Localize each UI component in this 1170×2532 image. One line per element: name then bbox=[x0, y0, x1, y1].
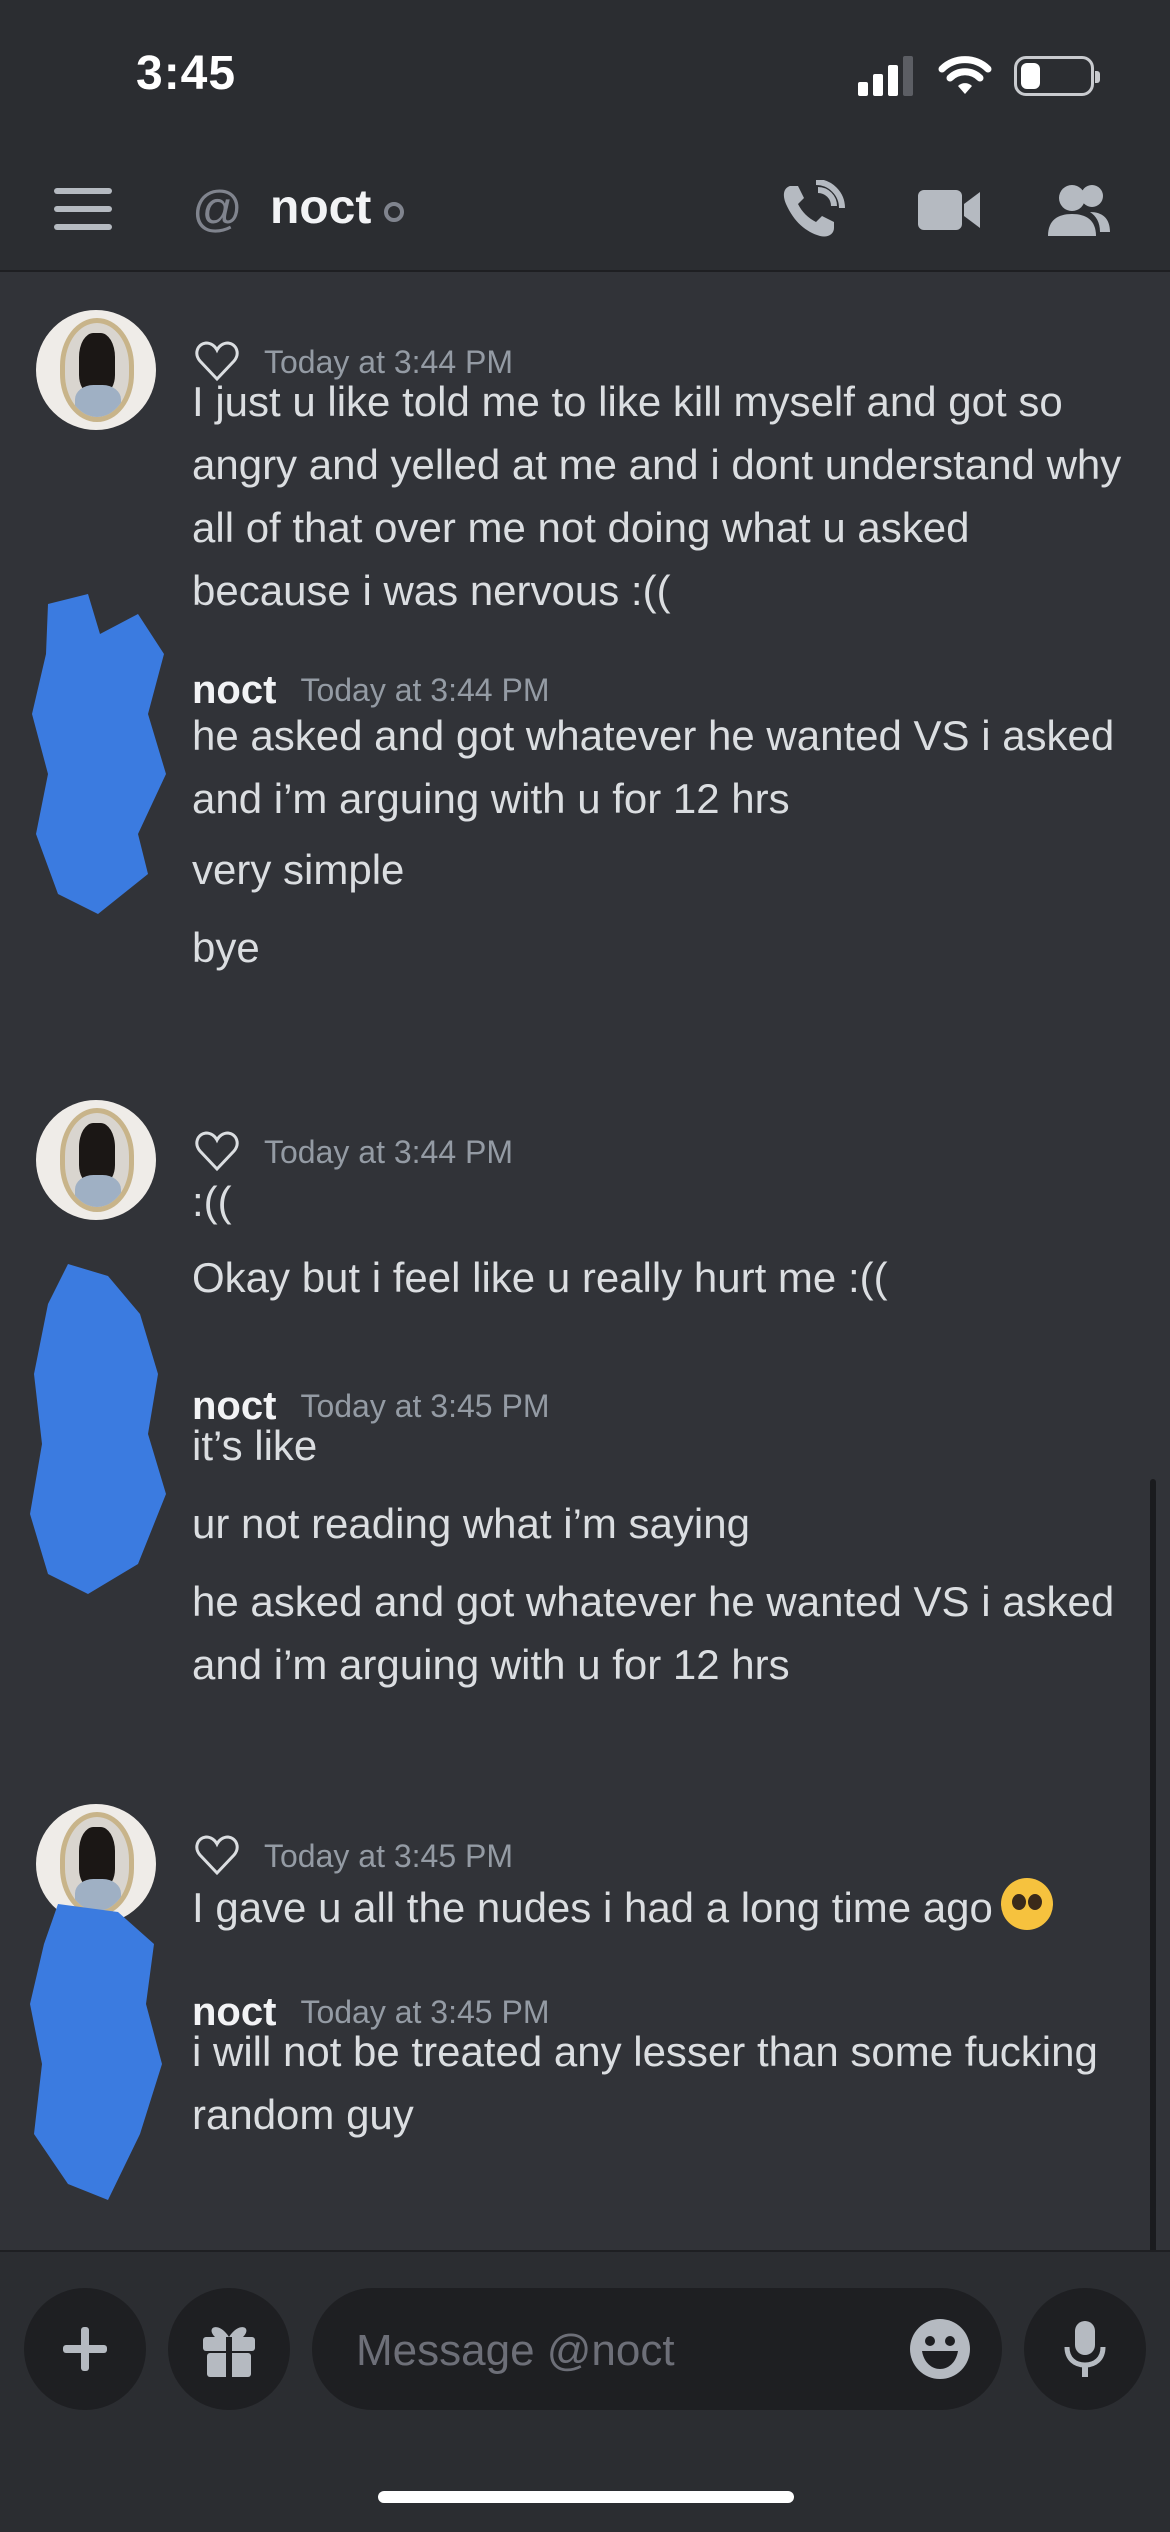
menu-icon[interactable] bbox=[54, 188, 112, 230]
message-text: I gave u all the nudes i had a long time… bbox=[192, 1876, 1122, 1939]
message-list[interactable]: Today at 3:44 PM I just u like told me t… bbox=[0, 274, 1170, 2499]
timestamp: Today at 3:44 PM bbox=[264, 1133, 514, 1170]
message-text: Okay but i feel like u really hurt me :(… bbox=[192, 1254, 888, 1301]
message-input-placeholder: Message @noct bbox=[356, 2326, 675, 2375]
cellular-signal-icon bbox=[858, 56, 913, 96]
gift-button[interactable] bbox=[168, 2288, 290, 2410]
message-text: bye bbox=[192, 924, 260, 971]
status-icons bbox=[858, 54, 1100, 98]
add-attachment-button[interactable] bbox=[24, 2288, 146, 2410]
message-text: ur not reading what i’m saying bbox=[192, 1500, 750, 1547]
voice-message-button[interactable] bbox=[1024, 2288, 1146, 2410]
at-icon: @ bbox=[192, 181, 243, 237]
voice-call-icon[interactable] bbox=[780, 180, 846, 240]
channel-name[interactable]: noct bbox=[270, 180, 371, 235]
message-input[interactable]: Message @noct bbox=[312, 2288, 1002, 2410]
redacted-avatar bbox=[30, 1904, 162, 2200]
timestamp: Today at 3:44 PM bbox=[300, 671, 550, 708]
offline-status-icon bbox=[384, 202, 404, 222]
timestamp: Today at 3:45 PM bbox=[264, 1837, 514, 1874]
heart-icon[interactable] bbox=[194, 1129, 240, 1175]
battery-level bbox=[1021, 63, 1040, 89]
home-indicator[interactable] bbox=[378, 2491, 794, 2503]
gift-icon bbox=[203, 2327, 255, 2377]
avatar[interactable] bbox=[36, 310, 156, 430]
battery-icon bbox=[1014, 56, 1100, 96]
avatar[interactable] bbox=[36, 1100, 156, 1220]
dm-header: @ noct bbox=[0, 160, 1170, 260]
emoji-picker-icon[interactable] bbox=[908, 2317, 972, 2381]
message-text: i will not be treated any lesser than so… bbox=[192, 2028, 1098, 2138]
microphone-icon bbox=[1064, 2321, 1106, 2377]
redacted-avatar bbox=[30, 1264, 166, 1594]
message-composer: Message @noct bbox=[0, 2250, 1170, 2532]
heart-icon[interactable] bbox=[194, 1833, 240, 1879]
plus-icon bbox=[63, 2327, 107, 2371]
message-text: it’s like bbox=[192, 1422, 318, 1469]
wifi-icon bbox=[938, 56, 992, 94]
message-text-content: I gave u all the nudes i had a long time… bbox=[192, 1884, 993, 1931]
video-call-icon[interactable] bbox=[916, 180, 982, 240]
top-bar: 3:45 @ noct bbox=[0, 0, 1170, 272]
message-text: I just u like told me to like kill mysel… bbox=[192, 378, 1122, 614]
pleading-face-emoji-icon bbox=[1000, 1878, 1053, 1930]
member-list-icon[interactable] bbox=[1046, 180, 1112, 240]
message-text: he asked and got whatever he wanted VS i… bbox=[192, 1578, 1115, 1688]
message-text: :(( bbox=[192, 1178, 232, 1225]
redacted-avatar bbox=[32, 594, 166, 914]
message-text: he asked and got whatever he wanted VS i… bbox=[192, 712, 1115, 822]
message-text: very simple bbox=[192, 846, 405, 893]
status-time: 3:45 bbox=[136, 47, 237, 100]
